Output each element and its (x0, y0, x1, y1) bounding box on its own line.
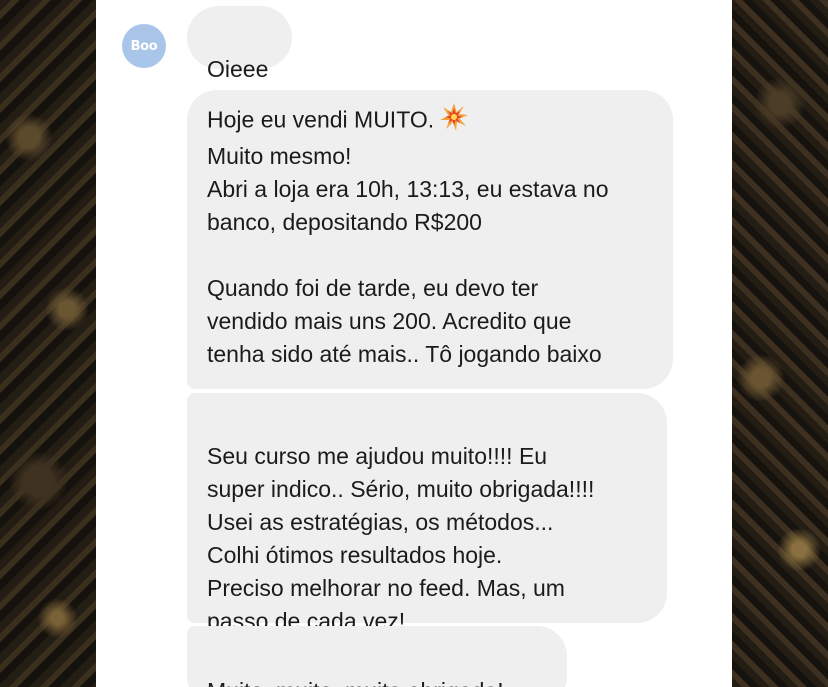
message-text: Seu curso me ajudou muito!!!! Eu super i… (207, 443, 595, 634)
avatar-label: Boo (130, 38, 158, 54)
message-text-continued: Muito mesmo! Abri a loja era 10h, 13:13,… (207, 143, 609, 367)
background-image-right (732, 0, 828, 687)
avatar[interactable]: Boo (122, 24, 166, 68)
collision-emoji-icon (440, 103, 469, 140)
message-text: Hoje eu vendi MUITO. (207, 106, 435, 133)
chat-thread[interactable]: Boo Oieee Hoje eu vendi MUITO. Muito mesm… (96, 0, 732, 687)
message-bubble[interactable]: Seu curso me ajudou muito!!!! Eu super i… (187, 393, 667, 634)
message-bubble[interactable]: Hoje eu vendi MUITO. Muito mesmo! Abri a … (187, 90, 673, 389)
background-image-left (0, 0, 96, 687)
message-text: Muito, muito, muito obrigada! (207, 678, 504, 687)
message-bubble[interactable]: Oieee (187, 6, 292, 82)
message-bubble[interactable]: Muito, muito, muito obrigada! (187, 626, 567, 687)
message-text: Oieee (207, 56, 269, 82)
